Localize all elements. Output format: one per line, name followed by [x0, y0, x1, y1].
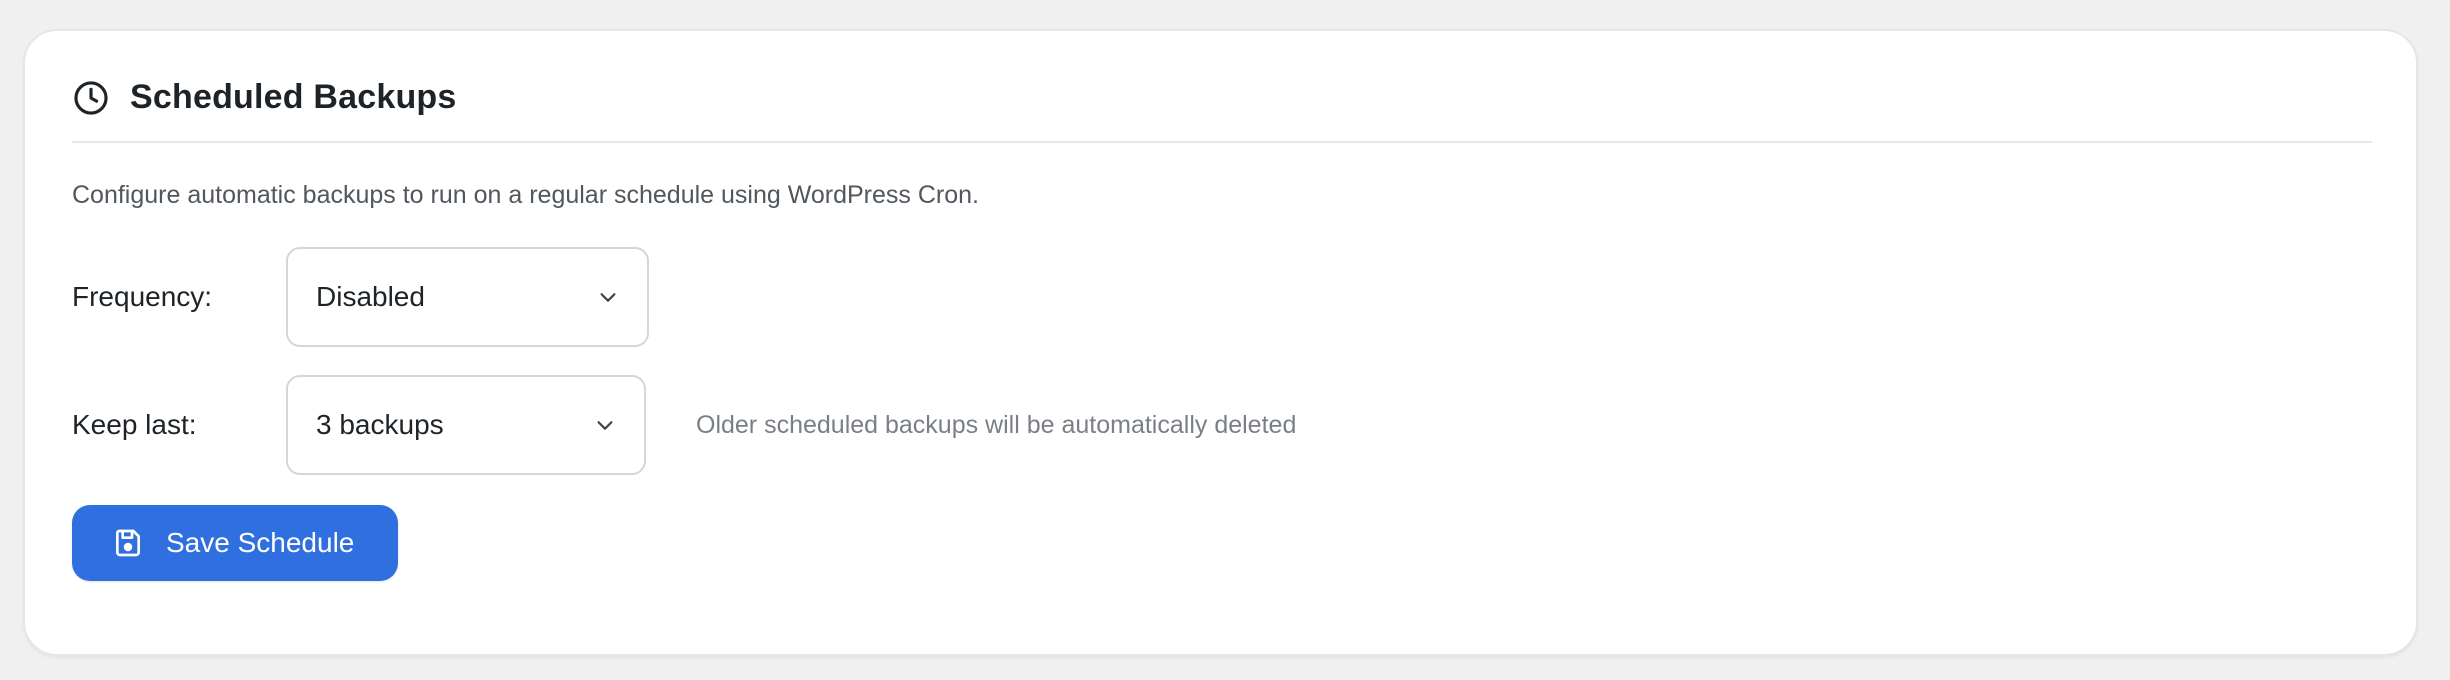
floppy-disk-icon — [112, 527, 144, 559]
frequency-selected-value: Disabled — [316, 281, 425, 312]
clock-icon — [72, 79, 110, 117]
chevron-down-icon — [594, 414, 616, 436]
header-divider — [72, 141, 2372, 143]
save-schedule-label: Save Schedule — [166, 527, 355, 558]
section-title: Scheduled Backups — [130, 78, 457, 116]
keep-last-row: Keep last: 3 backups Older scheduled bac… — [72, 375, 1296, 475]
frequency-row: Frequency: Disabled — [72, 247, 649, 347]
chevron-down-icon — [597, 286, 619, 308]
section-description: Configure automatic backups to run on a … — [72, 181, 979, 209]
keep-last-select[interactable]: 3 backups — [286, 375, 646, 475]
keep-last-selected-value: 3 backups — [316, 409, 444, 440]
section-header: Scheduled Backups — [72, 75, 457, 120]
frequency-label: Frequency: — [72, 281, 213, 312]
keep-last-label: Keep last: — [72, 409, 197, 440]
frequency-select[interactable]: Disabled — [286, 247, 649, 347]
save-schedule-button[interactable]: Save Schedule — [72, 505, 398, 581]
keep-last-hint: Older scheduled backups will be automati… — [696, 410, 1297, 439]
